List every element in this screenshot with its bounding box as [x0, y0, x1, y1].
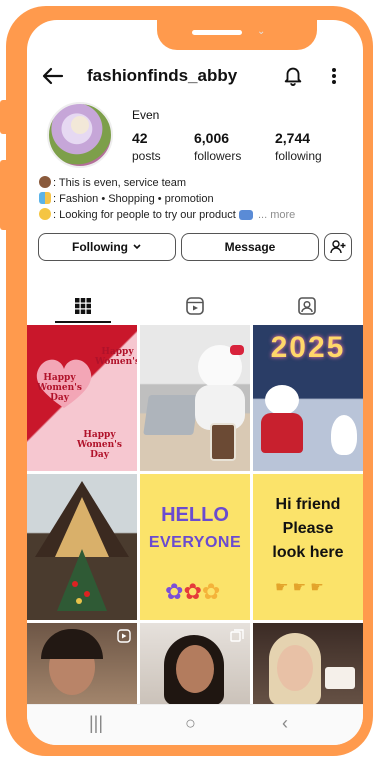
- post-woman-with-card[interactable]: [253, 623, 363, 713]
- bio-text-1: This is even, service team: [58, 177, 187, 189]
- bio-more-link[interactable]: ... more: [258, 209, 295, 221]
- back-arrow-icon[interactable]: [41, 64, 65, 88]
- phone-notch: ⌄: [157, 20, 317, 50]
- recent-apps-icon[interactable]: |||: [89, 713, 103, 734]
- followers-label: followers: [194, 149, 242, 163]
- home-icon[interactable]: ○: [185, 713, 196, 734]
- tab-reels[interactable]: [139, 288, 251, 324]
- christmas-tree: [57, 549, 107, 611]
- bell-icon[interactable]: [282, 63, 304, 87]
- post-hello-everyone[interactable]: HELLO EVERYONE ✿✿✿: [140, 474, 250, 620]
- new-badge-icon: [238, 210, 253, 220]
- reels-icon: [186, 297, 204, 315]
- message-button-label: Message: [224, 240, 276, 254]
- post-woman-smiling-1[interactable]: [27, 623, 137, 713]
- tab-grid[interactable]: [27, 288, 139, 324]
- post-womens-day-text-2: Happy Women's: [95, 347, 137, 367]
- reel-badge-icon: [117, 629, 131, 643]
- profile-bio: : This is even, service team : Fashion •…: [39, 175, 354, 223]
- shopping-bags-emoji-icon: [39, 192, 51, 204]
- post-woman-smiling-2[interactable]: [140, 623, 250, 713]
- post-please-text: Please: [282, 520, 334, 537]
- posts-label: posts: [132, 149, 161, 163]
- face-shape-2: [176, 645, 214, 693]
- bio-text-3: Looking for people to try our product: [59, 209, 236, 221]
- message-button[interactable]: Message: [181, 233, 319, 261]
- post-christmas-cabin[interactable]: [27, 474, 137, 620]
- profile-username: fashionfinds_abby: [87, 66, 238, 85]
- card-shape: [325, 667, 355, 689]
- following-label: following: [275, 149, 322, 163]
- kitty-head: [265, 385, 299, 415]
- post-hi-friend-text: Hi friend: [275, 496, 341, 513]
- system-navigation-bar: ||| ○ ‹: [27, 704, 363, 745]
- camera-icon: ⌄: [257, 26, 266, 37]
- following-button[interactable]: Following: [38, 233, 176, 261]
- post-hi-friend[interactable]: Hi friend Please look here ☛ ☛ ☛: [253, 474, 363, 620]
- laptop-shape: [143, 395, 199, 435]
- back-nav-icon[interactable]: ‹: [282, 713, 288, 734]
- smile-emoji-icon: [39, 208, 51, 220]
- post-womens-day-text-3: Happy Women's Day: [77, 430, 122, 460]
- phone-screen: ⌄ fashionfinds_abby Even 42 posts 6,006 …: [27, 20, 363, 745]
- more-options-icon[interactable]: [329, 64, 339, 88]
- following-value: 2,744: [275, 130, 311, 146]
- tagged-icon: [298, 297, 316, 315]
- hair-shape: [41, 629, 103, 659]
- followers-value: 6,006: [194, 130, 230, 146]
- carousel-badge-icon: [230, 629, 244, 642]
- display-name: Even: [132, 108, 160, 122]
- following-button-label: Following: [72, 240, 128, 254]
- post-everyone-text: EVERYONE: [148, 534, 242, 551]
- add-user-button[interactable]: [324, 233, 352, 261]
- bio-line-3: : Looking for people to try our product …: [39, 207, 354, 223]
- face-shape-3: [277, 645, 313, 691]
- bio-line-2: : Fashion • Shopping • promotion: [39, 191, 354, 207]
- post-hello-text: HELLO: [161, 504, 229, 526]
- post-2025-text: 2025: [270, 331, 346, 364]
- snowman: [331, 415, 357, 455]
- speaker: [192, 30, 242, 35]
- post-hello-kitty-office[interactable]: [140, 325, 250, 471]
- chevron-down-icon: [133, 244, 141, 250]
- followers-count[interactable]: 6,006 followers: [194, 130, 241, 163]
- coffee-cup: [210, 423, 236, 461]
- cabin-roof: [35, 481, 129, 557]
- active-tab-indicator: [55, 321, 111, 323]
- kitty-dress: [261, 413, 303, 453]
- flower-icons: ✿✿✿: [165, 579, 221, 604]
- post-2025-kitty[interactable]: 2025: [253, 325, 363, 471]
- woman-emoji-icon: [39, 176, 51, 188]
- post-womens-day-text-1: Happy Women's Day: [37, 373, 82, 403]
- posts-count[interactable]: 42 posts: [132, 130, 161, 163]
- bio-text-2: Fashion • Shopping • promotion: [59, 193, 214, 205]
- bio-line-1: : This is even, service team: [39, 175, 354, 191]
- add-user-icon: [330, 240, 346, 254]
- profile-tabs: [27, 288, 363, 324]
- following-count[interactable]: 2,744 following: [275, 130, 322, 163]
- tab-tagged[interactable]: [251, 288, 363, 324]
- avatar[interactable]: [47, 102, 113, 168]
- post-womens-day[interactable]: Happy Women's Day Happy Women's Happy Women'…: [27, 325, 137, 471]
- post-look-here-text: look here: [272, 544, 344, 561]
- grid-icon: [75, 298, 91, 314]
- posts-value: 42: [132, 130, 148, 146]
- profile-header: fashionfinds_abby: [27, 60, 363, 92]
- kitty-bow: [230, 345, 244, 355]
- pointing-hands-icons: ☛ ☛ ☛: [275, 579, 324, 596]
